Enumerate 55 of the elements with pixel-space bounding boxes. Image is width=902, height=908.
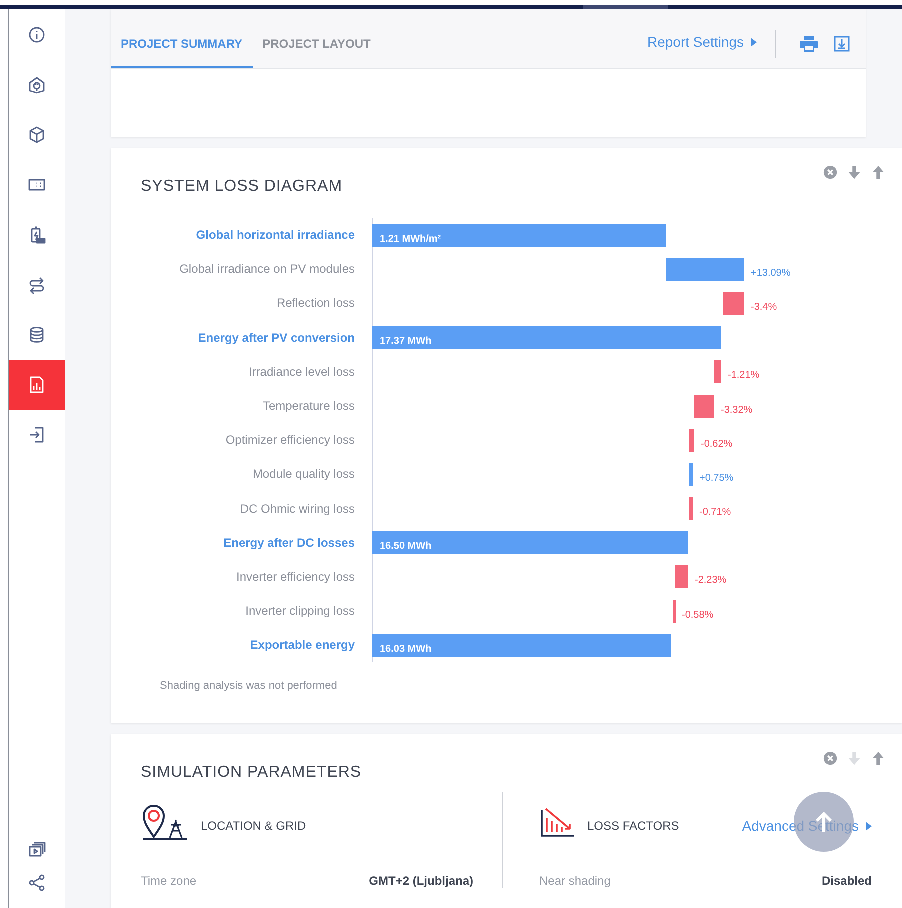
row-label: Irradiance level loss bbox=[248, 364, 356, 379]
row-label: Energy after PV conversion bbox=[197, 330, 356, 345]
row-label: Inverter efficiency loss bbox=[236, 570, 356, 584]
share-icon bbox=[27, 873, 47, 893]
parameter-value: GMT+2 (Ljubljana) bbox=[369, 874, 474, 888]
bar-value: -3.4% bbox=[751, 302, 778, 313]
tab[interactable]: PROJECT SUMMARY bbox=[111, 9, 253, 68]
parameter-label: Near shading bbox=[540, 874, 611, 888]
tab[interactable]: PROJECT LAYOUT bbox=[252, 9, 381, 68]
row-label: Optimizer efficiency loss bbox=[224, 433, 356, 448]
info-icon bbox=[27, 25, 47, 45]
row-label: Temperature loss bbox=[262, 399, 356, 414]
parameter-value: Disabled bbox=[822, 874, 872, 888]
bar-value: +13.09% bbox=[751, 268, 791, 279]
bar-value: -0.71% bbox=[700, 507, 732, 518]
print-icon[interactable] bbox=[800, 36, 818, 52]
row-label: Exportable energy bbox=[249, 638, 356, 652]
bar-value: 16.50 MWh bbox=[380, 541, 432, 552]
sidebar-item[interactable] bbox=[9, 360, 65, 410]
row-label: Energy after DC losses bbox=[222, 536, 356, 550]
report-settings-link[interactable]: Report Settings bbox=[648, 21, 757, 50]
declining-bars-icon bbox=[540, 806, 576, 838]
bar-value: -0.62% bbox=[701, 438, 733, 450]
section-title: LOCATION & GRID bbox=[201, 818, 308, 833]
arrow-up-icon[interactable] bbox=[871, 165, 886, 180]
arrow-down-icon[interactable] bbox=[847, 165, 862, 180]
download-icon[interactable] bbox=[834, 36, 850, 52]
parameter-label: Time zone bbox=[141, 874, 197, 888]
panel-title: SIMULATION PARAMETERS bbox=[141, 764, 363, 782]
bar-value: +0.75% bbox=[700, 472, 734, 484]
caret-icon bbox=[751, 38, 757, 46]
cube-icon bbox=[27, 125, 47, 145]
bar-value: 17.37 MWh bbox=[380, 336, 432, 348]
bar-value: -2.23% bbox=[695, 575, 727, 586]
caret-icon bbox=[866, 822, 872, 830]
row-label: Global horizontal irradiance bbox=[195, 228, 356, 242]
note-text: Shading analysis was not performed bbox=[160, 680, 338, 692]
section-title: LOSS FACTORS bbox=[588, 818, 680, 833]
bar-value: 1.21 MWh/m² bbox=[380, 234, 442, 245]
row-label: DC Ohmic wiring loss bbox=[239, 502, 356, 516]
row-label: Reflection loss bbox=[276, 296, 356, 310]
bar-value: 16.03 MWh bbox=[380, 644, 432, 655]
bar-value: -0.58% bbox=[682, 610, 714, 621]
bar-value: -3.32% bbox=[721, 404, 753, 416]
row-label: Global irradiance on PV modules bbox=[178, 262, 356, 276]
close-icon[interactable] bbox=[823, 751, 838, 766]
location-pin-pylon-icon bbox=[141, 803, 189, 841]
panel-title: SYSTEM LOSS DIAGRAM bbox=[141, 178, 344, 196]
house-plug-icon bbox=[27, 75, 47, 95]
arrow-up-icon[interactable] bbox=[871, 751, 886, 766]
bar-value: -1.21% bbox=[728, 370, 760, 382]
row-label: Module quality loss bbox=[252, 467, 356, 482]
row-label: Inverter clipping loss bbox=[244, 604, 356, 618]
close-icon[interactable] bbox=[823, 165, 838, 180]
swap-arrows-icon bbox=[27, 275, 47, 295]
